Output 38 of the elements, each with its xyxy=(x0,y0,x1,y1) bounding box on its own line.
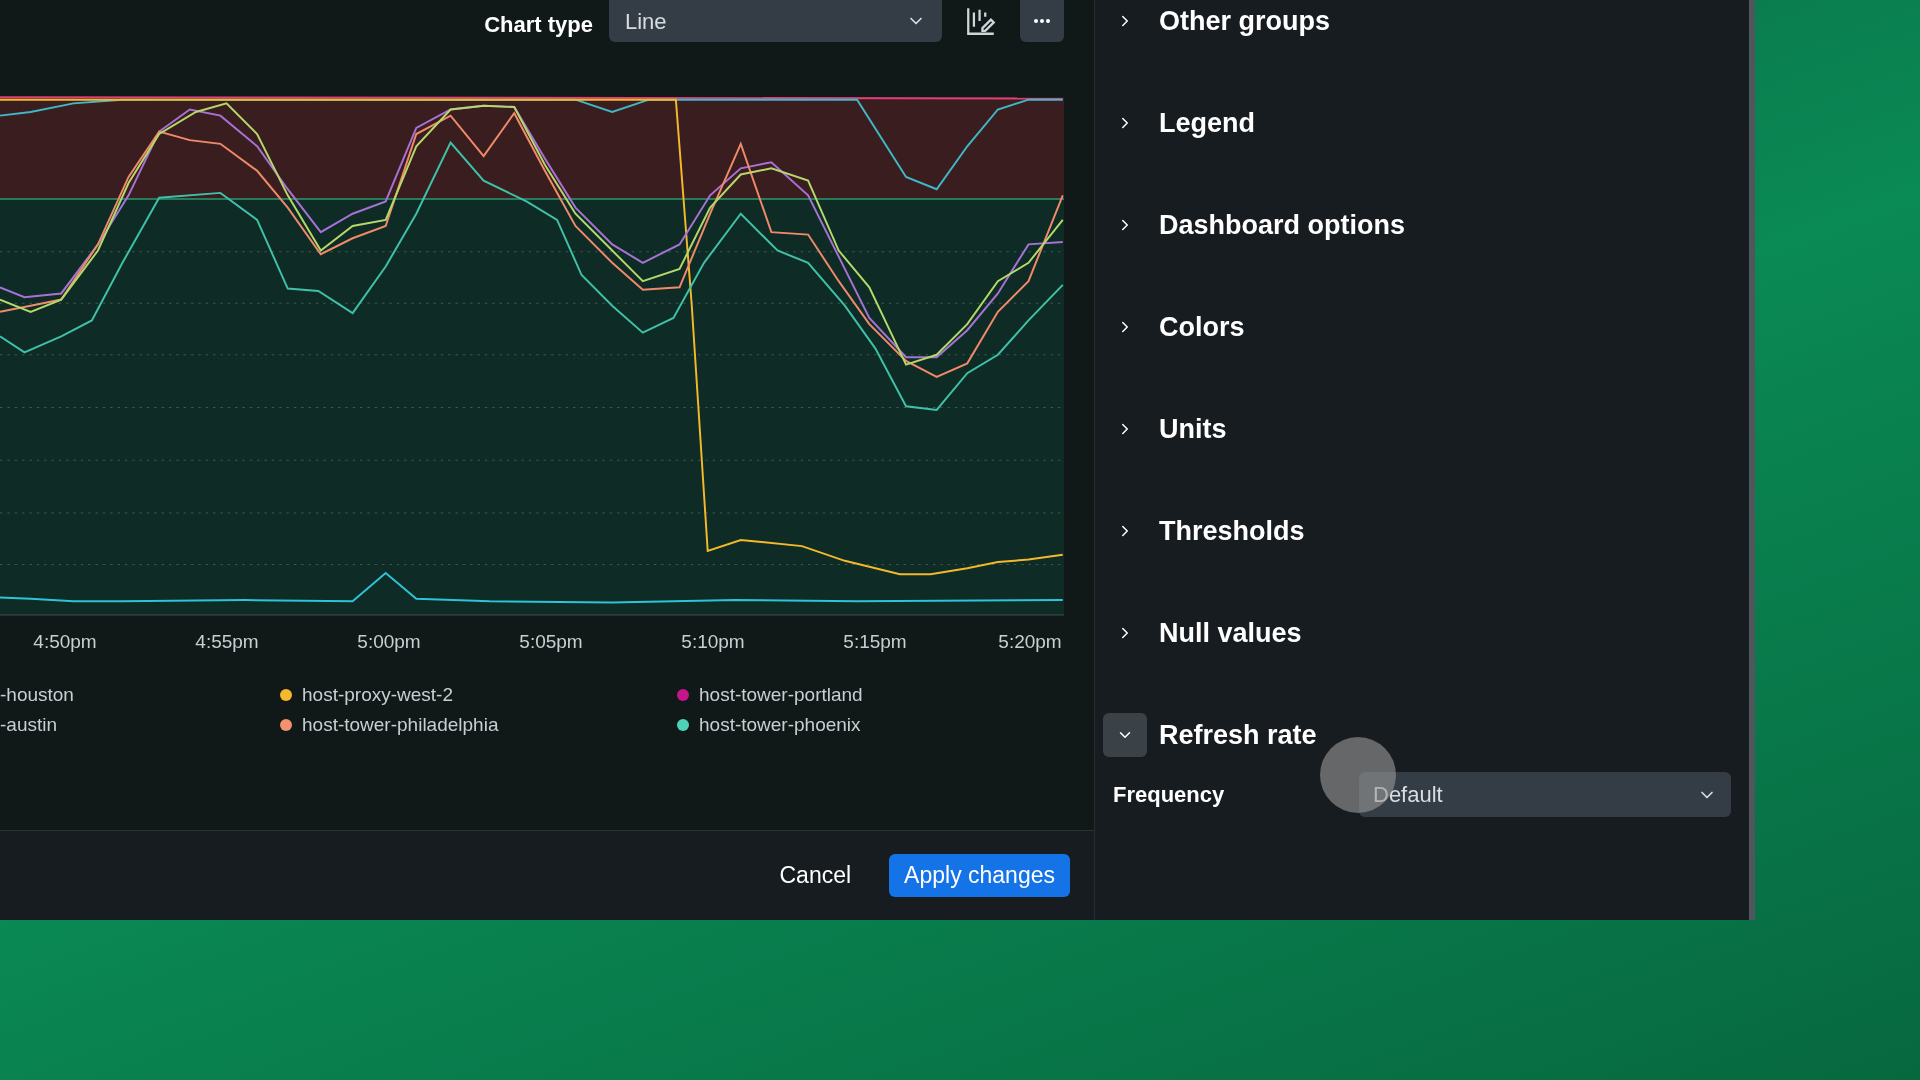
legend-label: host-tower-phoenix xyxy=(699,712,861,737)
section-title: Thresholds xyxy=(1159,514,1305,548)
legend-label: -houston xyxy=(0,682,74,707)
section-title: Other groups xyxy=(1159,4,1330,38)
chart-type-label: Chart type xyxy=(484,11,593,39)
legend-label: host-proxy-west-2 xyxy=(302,682,453,707)
section-header[interactable]: Legend xyxy=(1103,42,1741,144)
legend-label: -austin xyxy=(0,712,58,737)
frequency-select[interactable]: Default xyxy=(1359,772,1731,817)
section-title: Null values xyxy=(1159,616,1302,650)
x-axis-label: 4:55pm xyxy=(195,630,259,654)
section-title: Legend xyxy=(1159,106,1255,140)
section-header[interactable]: Null values xyxy=(1103,552,1741,654)
x-axis-label: 5:10pm xyxy=(681,630,745,654)
legend-label: host-tower-philadelphia xyxy=(302,712,499,737)
section-header[interactable]: Colors xyxy=(1103,246,1741,348)
x-axis-label: 5:00pm xyxy=(357,630,421,654)
section-title: Units xyxy=(1159,412,1227,446)
x-axis-label: 5:05pm xyxy=(519,630,583,654)
x-axis-label: 4:50pm xyxy=(33,630,97,654)
cancel-button[interactable]: Cancel xyxy=(771,854,860,897)
section-header[interactable]: Thresholds xyxy=(1103,450,1741,552)
section-title: Refresh rate xyxy=(1159,718,1317,752)
legend-label: host-tower-portland xyxy=(699,682,863,707)
x-axis-label: 5:20pm xyxy=(998,630,1062,654)
section-title: Colors xyxy=(1159,310,1245,344)
more-icon xyxy=(1034,19,1050,23)
x-axis-label: 5:15pm xyxy=(843,630,907,654)
frequency-label: Frequency xyxy=(1113,781,1226,809)
toggle-icon[interactable] xyxy=(1103,713,1147,757)
section-header[interactable]: Other groups xyxy=(1103,0,1741,42)
section-header[interactable]: Refresh rate xyxy=(1103,654,1741,756)
section-header[interactable]: Dashboard options xyxy=(1103,144,1741,246)
more-options-button[interactable] xyxy=(1020,0,1064,42)
section-header[interactable]: Units xyxy=(1103,348,1741,450)
section-title: Dashboard options xyxy=(1159,208,1405,242)
chart-type-select[interactable]: Line xyxy=(609,0,942,42)
apply-changes-button[interactable]: Apply changes xyxy=(889,854,1070,897)
